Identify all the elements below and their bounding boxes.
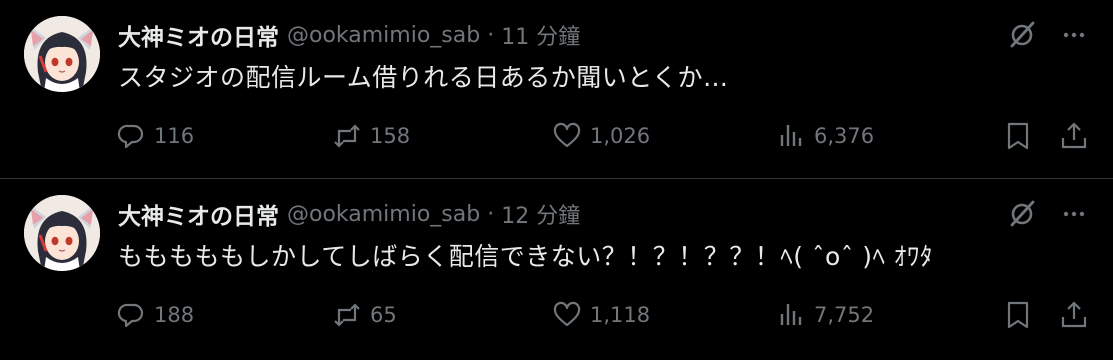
tweet-top-actions (1007, 20, 1089, 50)
like-button[interactable]: 1,118 (552, 297, 650, 333)
display-name[interactable]: 大神ミオの日常 (118, 18, 279, 52)
retweet-count: 65 (370, 303, 397, 327)
reply-count: 188 (154, 303, 195, 327)
reply-icon (117, 124, 144, 149)
bookmark-icon (1007, 301, 1029, 329)
reply-icon (117, 303, 144, 328)
more-icon[interactable] (1059, 199, 1089, 229)
avatar[interactable] (24, 195, 100, 271)
bookmark-icon (1007, 122, 1029, 150)
like-count: 1,026 (590, 124, 651, 148)
retweet-count: 158 (370, 124, 411, 148)
more-icon[interactable] (1059, 20, 1089, 50)
user-handle[interactable]: @ookamimio_sab (287, 23, 480, 48)
tweet-text: もももももしかしてしばらく配信できない？！？！？？！ﾍ( ˆoˆ )ﾍ ｵﾜﾀ (118, 242, 933, 271)
views-button[interactable]: 6,376 (776, 118, 874, 154)
separator-dot: · (487, 201, 495, 227)
tweet-text: スタジオの配信ルーム借りれる日あるか聞いとくか… (118, 63, 729, 92)
tweet-header: 大神ミオの日常 @ookamimio_sab · 12 分鐘 (118, 197, 580, 231)
retweet-icon (334, 124, 360, 148)
tweet-top-actions (1007, 199, 1089, 229)
like-button[interactable]: 1,026 (552, 118, 650, 154)
avatar[interactable] (24, 16, 100, 92)
separator-dot: · (487, 22, 495, 48)
tweet[interactable]: 大神ミオの日常 @ookamimio_sab · 11 分鐘 スタジオの配信ルー… (0, 0, 1113, 178)
views-icon (780, 304, 802, 325)
reply-count: 116 (154, 124, 195, 148)
tweet-header: 大神ミオの日常 @ookamimio_sab · 11 分鐘 (118, 18, 580, 52)
share-button[interactable] (1059, 297, 1089, 333)
like-icon (553, 122, 581, 148)
reply-button[interactable]: 116 (116, 118, 194, 154)
tweet-actions: 188 65 1,118 7,752 (116, 297, 1089, 333)
timestamp[interactable]: 11 分鐘 (501, 19, 580, 51)
grok-icon[interactable] (1007, 20, 1037, 50)
share-icon (1061, 301, 1087, 328)
views-count: 6,376 (814, 124, 875, 148)
like-count: 1,118 (590, 303, 651, 327)
display-name[interactable]: 大神ミオの日常 (118, 197, 279, 231)
retweet-button[interactable]: 158 (332, 118, 410, 154)
share-button[interactable] (1059, 118, 1089, 154)
like-icon (553, 301, 581, 327)
bookmark-button[interactable] (1003, 297, 1033, 333)
retweet-button[interactable]: 65 (332, 297, 397, 333)
views-count: 7,752 (814, 303, 875, 327)
tweet-actions: 116 158 1,026 6,376 (116, 118, 1089, 154)
retweet-icon (334, 303, 360, 327)
views-icon (780, 125, 802, 146)
user-handle[interactable]: @ookamimio_sab (287, 202, 480, 227)
share-icon (1061, 122, 1087, 149)
timeline: 大神ミオの日常 @ookamimio_sab · 11 分鐘 スタジオの配信ルー… (0, 0, 1113, 360)
tweet[interactable]: 大神ミオの日常 @ookamimio_sab · 12 分鐘 もももももしかして… (0, 178, 1113, 356)
bookmark-button[interactable] (1003, 118, 1033, 154)
reply-button[interactable]: 188 (116, 297, 194, 333)
timestamp[interactable]: 12 分鐘 (501, 198, 580, 230)
views-button[interactable]: 7,752 (776, 297, 874, 333)
grok-icon[interactable] (1007, 199, 1037, 229)
